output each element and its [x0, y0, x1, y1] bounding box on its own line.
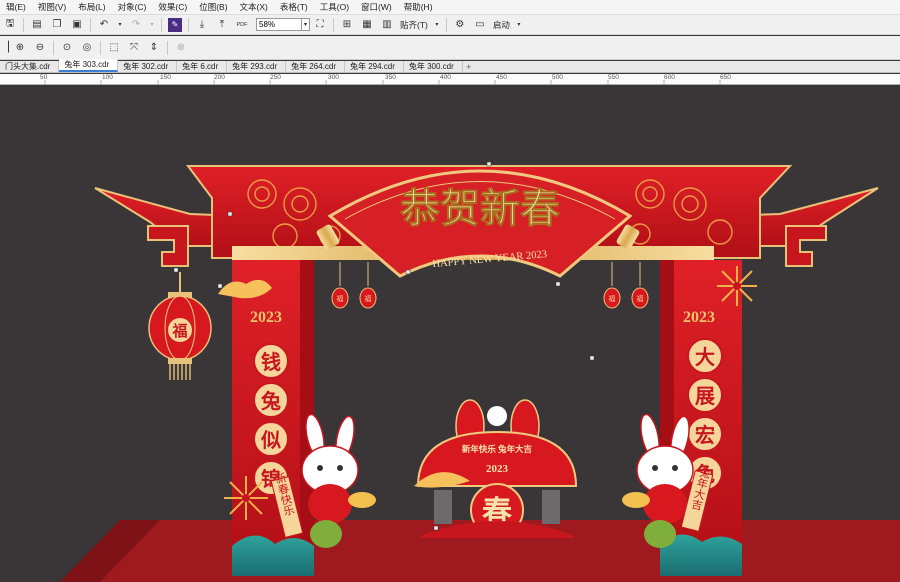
tab-document-active[interactable]: 兔年 303.cdr: [59, 59, 119, 72]
menu-layout[interactable]: 布局(L): [72, 0, 111, 15]
redo-dropdown-icon[interactable]: ▾: [149, 18, 155, 32]
title-text: 恭贺新春: [399, 186, 560, 231]
add-icon[interactable]: ⊕: [174, 41, 188, 55]
separator: [53, 40, 54, 55]
publish-pdf-icon[interactable]: PDF: [235, 18, 249, 32]
big-lantern: 福: [148, 272, 212, 380]
menu-help[interactable]: 帮助(H): [398, 0, 439, 15]
show-guidelines-icon[interactable]: ▥: [380, 18, 394, 32]
paste-icon[interactable]: ▣: [70, 18, 84, 32]
couplet-char: 钱: [261, 350, 281, 374]
zoom-selected-icon[interactable]: ⊙: [60, 41, 74, 55]
show-rulers-icon[interactable]: ⊞: [340, 18, 354, 32]
separator: [167, 40, 168, 55]
menu-view[interactable]: 视图(V): [32, 0, 72, 15]
tab-document[interactable]: 兔年 302.cdr: [118, 61, 178, 72]
zoom-dropdown-icon[interactable]: ▾: [302, 18, 310, 31]
separator: [23, 17, 24, 32]
separator: [161, 17, 162, 32]
zoom-all-icon[interactable]: ◎: [80, 41, 94, 55]
snap-dropdown-icon[interactable]: ▾: [434, 18, 440, 32]
save-icon[interactable]: 🖫: [3, 18, 17, 32]
launch-dropdown-icon[interactable]: ▾: [516, 18, 522, 32]
zoom-page-icon[interactable]: ⬚: [107, 41, 121, 55]
left-fret-ornament: [147, 225, 189, 267]
couplet-char: 兔: [260, 389, 281, 413]
copy-icon[interactable]: ❐: [50, 18, 64, 32]
tab-document[interactable]: 门头大集.cdr: [0, 61, 60, 72]
menu-tools[interactable]: 工具(O): [314, 0, 355, 15]
svg-text:福: 福: [637, 294, 644, 303]
separator: [188, 17, 189, 32]
menu-object[interactable]: 对象(C): [112, 0, 153, 15]
small-lanterns: 福 福 福 福: [331, 262, 649, 309]
undo-dropdown-icon[interactable]: ▾: [117, 18, 123, 32]
menu-bar: 辑(E) 视图(V) 布局(L) 对象(C) 效果(C) 位图(B) 文本(X)…: [0, 0, 900, 15]
tab-document[interactable]: 兔年 300.cdr: [404, 61, 463, 72]
svg-text:福: 福: [609, 294, 616, 303]
launch-button[interactable]: 启动: [493, 19, 510, 31]
corel-connect-icon[interactable]: ✎: [168, 17, 182, 32]
separator: [90, 17, 91, 32]
undo-icon[interactable]: ↶: [97, 18, 111, 32]
left-year-mark: 2023: [250, 309, 282, 326]
badge-text: 新年快乐 兔年大吉: [462, 444, 533, 454]
svg-text:福: 福: [365, 294, 372, 303]
svg-text:福: 福: [171, 322, 187, 340]
zoom-width-icon[interactable]: ⤧: [127, 41, 141, 55]
separator: [100, 40, 101, 55]
menu-effects[interactable]: 效果(C): [152, 0, 193, 15]
cut-icon[interactable]: ▤: [30, 18, 44, 32]
right-year-mark: 2023: [683, 309, 715, 326]
snap-to-button[interactable]: 贴齐(T): [400, 19, 428, 31]
menu-text[interactable]: 文本(X): [234, 0, 274, 15]
redo-icon[interactable]: ↷: [129, 18, 143, 32]
separator: [333, 17, 334, 32]
menu-table[interactable]: 表格(T): [274, 0, 314, 15]
property-toolbar: ▕ ⊕ ⊖ ⊙ ◎ ⬚ ⤧ ⇕ ⊕: [0, 36, 900, 60]
menu-bitmap[interactable]: 位图(B): [193, 0, 233, 15]
tab-document[interactable]: 兔年 293.cdr: [227, 61, 287, 72]
standard-toolbar: 🖫 ▤ ❐ ▣ ↶ ▾ ↷ ▾ ✎ ⤓ ⤒ PDF ▾ ⛶ ⊞ ▦ ▥ 贴齐(T…: [0, 15, 900, 35]
zoom-in-icon[interactable]: ⊕: [13, 41, 27, 55]
left-edge-icon[interactable]: ▕: [1, 41, 9, 55]
couplet-char: 似: [260, 429, 281, 452]
menu-window[interactable]: 窗口(W): [355, 0, 398, 15]
tab-document[interactable]: 兔年 294.cdr: [345, 61, 404, 72]
drawing-canvas[interactable]: 恭贺新春 HAPPY NEW YEAR 2023 2023 2023 钱 兔 似…: [0, 86, 900, 582]
import-icon[interactable]: ⤓: [195, 18, 209, 32]
zoom-out-icon[interactable]: ⊖: [33, 41, 47, 55]
ruler-ticks: [44, 80, 721, 85]
separator: [445, 17, 447, 32]
couplet-char: 宏: [695, 423, 715, 447]
show-grid-icon[interactable]: ▦: [360, 18, 374, 32]
menu-edit[interactable]: 辑(E): [0, 0, 32, 15]
full-screen-icon[interactable]: ⛶: [313, 18, 327, 32]
document-tabs: 门头大集.cdr 兔年 303.cdr 兔年 302.cdr 兔年 6.cdr …: [0, 59, 900, 73]
badge-year: 2023: [486, 463, 509, 475]
couplet-char: 展: [695, 386, 715, 408]
new-tab-icon[interactable]: +: [463, 62, 475, 72]
export-icon[interactable]: ⤒: [215, 18, 229, 32]
couplet-char: 大: [695, 346, 715, 369]
application-launcher-icon[interactable]: ▭: [473, 18, 487, 32]
svg-text:福: 福: [337, 294, 344, 303]
tab-document[interactable]: 兔年 6.cdr: [177, 61, 228, 72]
zoom-level-input[interactable]: [256, 18, 302, 31]
artwork: 恭贺新春 HAPPY NEW YEAR 2023 2023 2023 钱 兔 似…: [60, 161, 900, 582]
tab-document[interactable]: 兔年 264.cdr: [286, 61, 345, 72]
center-installation: 新年快乐 兔年大吉 2023 春: [414, 399, 578, 538]
zoom-height-icon[interactable]: ⇕: [147, 41, 161, 55]
options-gear-icon[interactable]: ⚙: [453, 18, 467, 32]
horizontal-ruler[interactable]: 50 100 150 200 250 300 350 400 450 500 5…: [0, 74, 900, 85]
right-fret-ornament: [785, 225, 827, 267]
